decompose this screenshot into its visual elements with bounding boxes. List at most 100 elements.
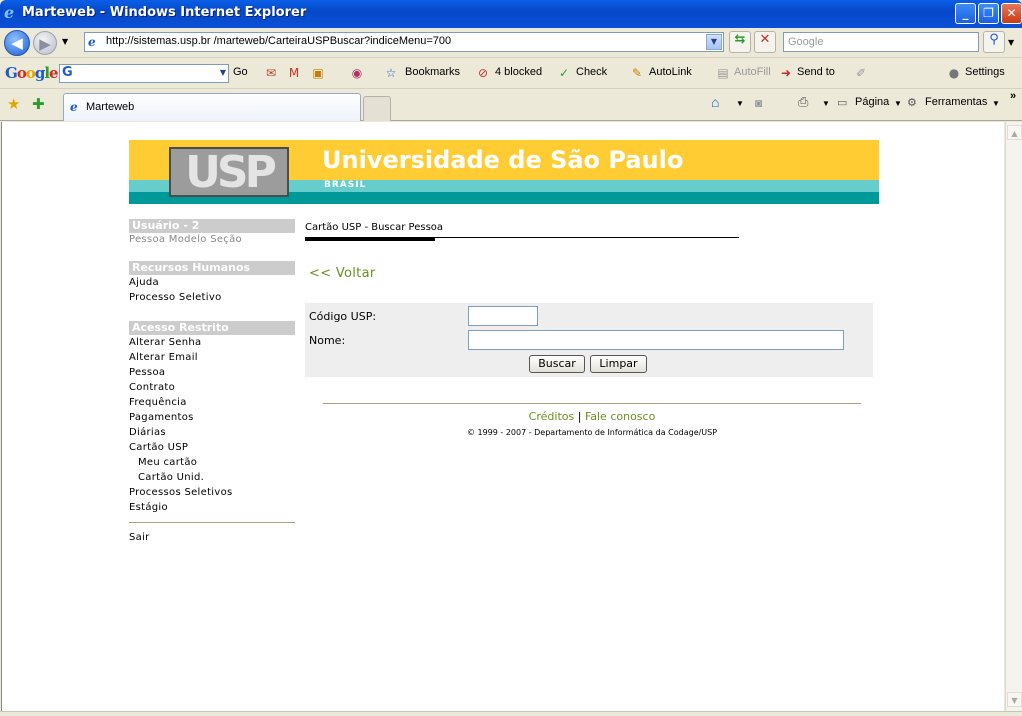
favorites-star-icon[interactable]: ★ (7, 95, 20, 113)
send-to-icon: ➜ (780, 66, 792, 80)
ie-logo-icon: e (4, 3, 15, 22)
tools-menu-button[interactable]: Ferramentas (925, 96, 987, 108)
fale-conosco-link[interactable]: Fale conosco (585, 410, 655, 423)
url-dropdown-icon[interactable]: ▼ (706, 34, 722, 50)
google-go-button[interactable]: Go (233, 66, 248, 78)
sidebar-user-name: Pessoa Modelo Seção (129, 234, 242, 245)
minimize-button[interactable]: _ (955, 3, 976, 24)
sidebar-item-processo-seletivo[interactable]: Processo Seletivo (129, 292, 222, 303)
status-bar (0, 711, 1022, 716)
sidebar-item-cartao-unid[interactable]: Cartão Unid. (138, 472, 204, 483)
history-dropdown-icon[interactable]: ▼ (62, 37, 68, 46)
breadcrumb: Cartão USP - Buscar Pessoa (305, 222, 444, 233)
bookmarks-star-icon[interactable]: ☆ (383, 65, 399, 81)
footer-divider (323, 403, 861, 404)
close-button[interactable]: ✕ (1001, 3, 1022, 24)
nome-input[interactable] (468, 330, 844, 350)
autolink-button[interactable]: AutoLink (649, 66, 692, 78)
sidebar-acesso-header: Acesso Restrito (129, 321, 295, 335)
search-form: Código USP: Nome: Buscar Limpar (305, 303, 873, 377)
page-menu-icon: ▭ (837, 97, 848, 109)
page-icon: e (88, 35, 96, 49)
copyright: © 1999 - 2007 - Departamento de Informát… (466, 428, 718, 437)
sidebar-item-alterar-email[interactable]: Alterar Email (129, 352, 198, 363)
spellcheck-icon: ✓ (558, 66, 570, 80)
google-g-icon: G (62, 65, 73, 80)
home-icon[interactable]: ⌂ (711, 94, 719, 110)
sidebar-item-pessoa[interactable]: Pessoa (129, 367, 165, 378)
tab-bar: ★ ✚ e Marteweb ⌂ ▼ ◙ ⎙ ▼ ▭ Página ▼ ⚙ Fe… (0, 90, 1022, 121)
bookmarks-button[interactable]: Bookmarks (405, 66, 460, 78)
google-search-input[interactable]: G ▼ (59, 64, 229, 83)
tab-marteweb[interactable]: e Marteweb (63, 93, 361, 121)
sidebar-item-sair[interactable]: Sair (129, 532, 150, 543)
gmail-icon[interactable]: M (286, 65, 302, 81)
search-input[interactable]: Google (783, 32, 979, 52)
send-to-button[interactable]: Send to (797, 66, 835, 78)
banner-title: Universidade de São Paulo (322, 146, 684, 174)
print-icon[interactable]: ⎙ (798, 94, 808, 110)
sidebar-item-diarias[interactable]: Diárias (129, 427, 166, 438)
scroll-up-arrow-icon[interactable]: ▲ (1007, 125, 1022, 140)
sidebar-item-processos-seletivos[interactable]: Processos Seletivos (129, 487, 233, 498)
page-menu-button[interactable]: Página (855, 96, 889, 108)
sidebar-item-pagamentos[interactable]: Pagamentos (129, 412, 194, 423)
forward-button[interactable]: ▶ (33, 31, 57, 55)
google-toolbar: Google G ▼ Go ✉ M ▣ ◉ ☆ Bookmarks ⊘ 4 bl… (0, 59, 1022, 89)
google-logo: Google (5, 64, 59, 82)
page-dropdown-icon[interactable]: ▼ (894, 99, 902, 108)
back-button[interactable]: ◀ (4, 30, 30, 56)
scroll-down-arrow-icon[interactable]: ▼ (1007, 692, 1022, 707)
page-content: USP Universidade de São Paulo BRASIL Usu… (1, 122, 1004, 711)
url-field[interactable]: e http://sistemas.usp.br /marteweb/Carte… (84, 32, 724, 52)
add-favorite-icon[interactable]: ✚ (32, 95, 45, 113)
sidebar-item-contrato[interactable]: Contrato (129, 382, 175, 393)
tools-gear-icon: ⚙ (907, 97, 917, 109)
print-dropdown-icon[interactable]: ▼ (822, 99, 830, 108)
search-options-icon[interactable]: ▼ (1008, 38, 1014, 47)
tools-dropdown-icon[interactable]: ▼ (992, 99, 1000, 108)
maximize-button[interactable]: ❐ (978, 3, 999, 24)
sidebar-user-header: Usuário - 2 (129, 219, 295, 233)
sidebar-item-ajuda[interactable]: Ajuda (129, 277, 159, 288)
sidebar-item-frequencia[interactable]: Frequência (129, 397, 187, 408)
popup-icon[interactable]: ▣ (310, 65, 326, 81)
codigo-usp-input[interactable] (468, 306, 538, 326)
stop-button[interactable]: ✕ (754, 31, 776, 53)
usp-banner: USP Universidade de São Paulo BRASIL (129, 140, 879, 204)
back-link[interactable]: << Voltar (309, 266, 375, 281)
chevron-more-icon[interactable]: » (1010, 90, 1016, 102)
search-icon[interactable]: ⚲ (983, 31, 1005, 53)
creditos-link[interactable]: Créditos (529, 410, 575, 423)
settings-button[interactable]: Settings (965, 66, 1005, 78)
refresh-button[interactable]: ⇆ (729, 31, 751, 53)
sidebar-item-meu-cartao[interactable]: Meu cartão (138, 457, 197, 468)
autofill-button[interactable]: AutoFill (734, 66, 771, 78)
spellcheck-button[interactable]: Check (576, 66, 607, 78)
sidebar-item-alterar-senha[interactable]: Alterar Senha (129, 337, 201, 348)
autofill-icon: ▤ (717, 66, 729, 80)
codigo-usp-label: Código USP: (309, 310, 377, 323)
sidebar-item-estagio[interactable]: Estágio (129, 502, 168, 513)
limpar-button[interactable]: Limpar (590, 355, 647, 373)
window-title: Marteweb - Windows Internet Explorer (22, 5, 307, 20)
nome-label: Nome: (309, 334, 346, 347)
sidebar-rh-header: Recursos Humanos (129, 261, 295, 275)
highlight-icon[interactable]: ✐ (853, 65, 869, 81)
home-dropdown-icon[interactable]: ▼ (736, 99, 744, 108)
sidebar-divider (129, 522, 295, 523)
usp-logo: USP (169, 147, 289, 197)
vertical-scrollbar[interactable]: ▲ ▼ (1005, 122, 1022, 711)
orkut-icon[interactable]: ◉ (349, 65, 365, 81)
news-icon[interactable]: ✉ (263, 65, 279, 81)
breadcrumb-accent-bar (305, 237, 435, 241)
feeds-icon[interactable]: ◙ (755, 96, 762, 110)
sidebar-item-cartao-usp[interactable]: Cartão USP (129, 442, 188, 453)
popup-blocked-count[interactable]: 4 blocked (495, 66, 542, 78)
browser-window: e Marteweb - Windows Internet Explorer _… (0, 0, 1022, 716)
autolink-icon: ✎ (631, 66, 643, 80)
new-tab-button[interactable] (363, 96, 391, 121)
google-dropdown-icon[interactable]: ▼ (220, 68, 226, 77)
footer-links: Créditos | Fale conosco (322, 410, 862, 423)
buscar-button[interactable]: Buscar (529, 355, 585, 373)
